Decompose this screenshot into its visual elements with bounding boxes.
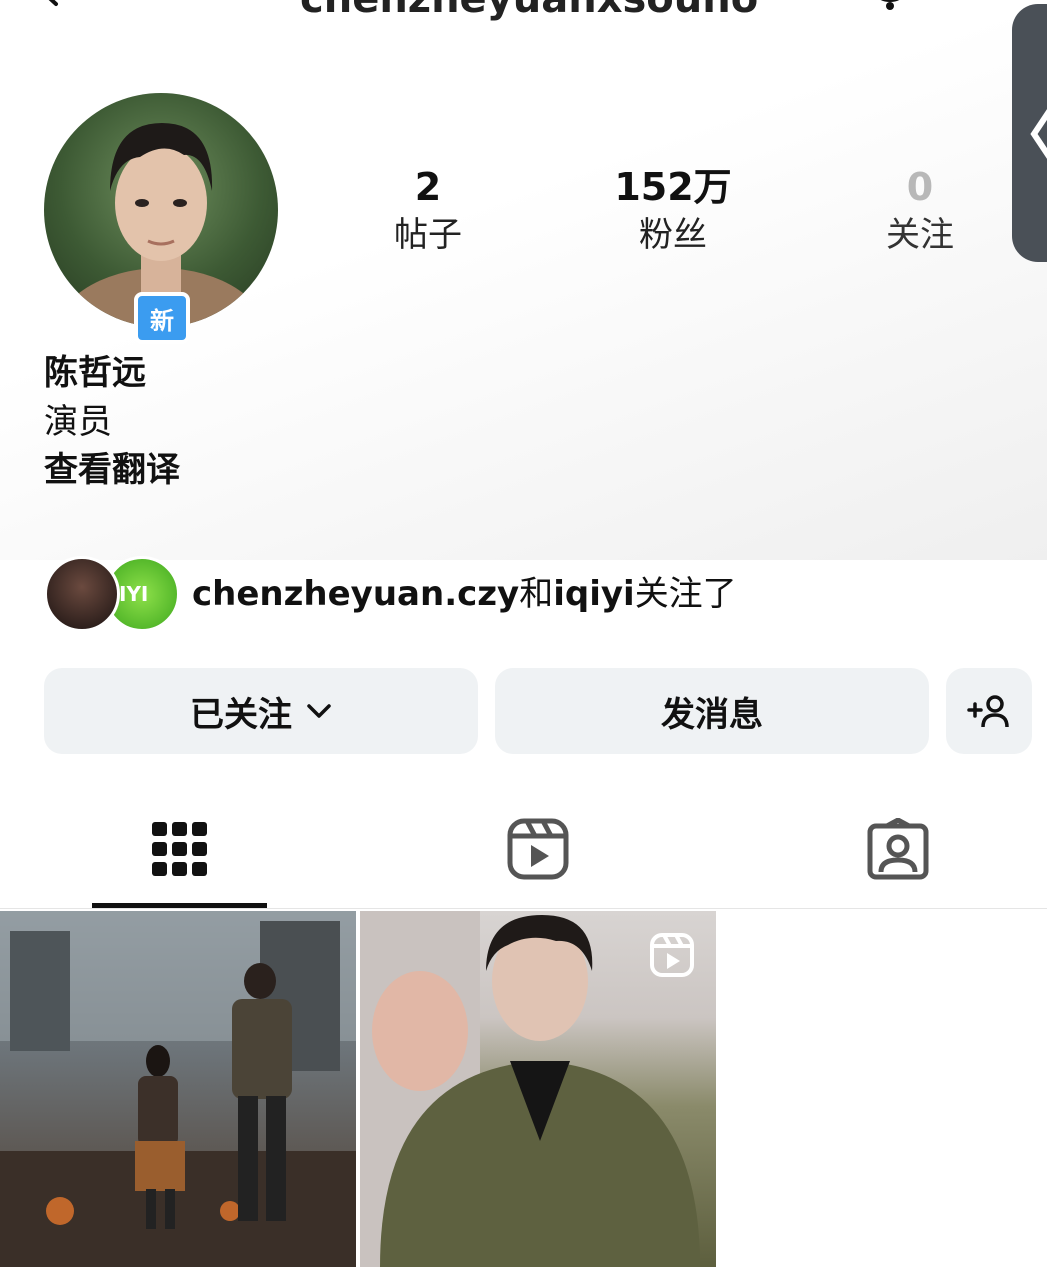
- followers-count: 152万: [614, 165, 732, 209]
- reel-badge-icon: [650, 933, 694, 977]
- followed-by-row[interactable]: IYI chenzheyuan.czy和iqiyi关注了: [44, 556, 944, 636]
- display-name: 陈哲远: [44, 353, 146, 393]
- chevron-down-icon: [307, 704, 331, 718]
- tab-tagged[interactable]: [810, 790, 985, 908]
- stat-following[interactable]: 0 关注: [850, 162, 990, 258]
- floating-side-panel[interactable]: [1012, 4, 1047, 262]
- suggested-users-button[interactable]: [946, 668, 1032, 754]
- posts-count: 2: [414, 165, 442, 209]
- followed-by-text: chenzheyuan.czy和iqiyi关注了: [192, 572, 737, 616]
- reels-icon: [507, 818, 568, 880]
- bio-text: 演员: [44, 402, 112, 442]
- follower-user1: chenzheyuan.czy: [192, 574, 520, 614]
- username-heading: chenzheyuanxsouno: [300, 0, 758, 22]
- profile-tabs: [0, 790, 1047, 909]
- top-bar: chenzheyuanxsouno: [0, 0, 1047, 22]
- followers-label: 粉丝: [639, 215, 707, 255]
- post-image-war-scene: [0, 911, 356, 1267]
- iqiyi-logo-text: IYI: [119, 582, 149, 606]
- add-user-icon: [967, 695, 1009, 728]
- followed-conjunction: 和: [519, 574, 554, 614]
- tagged-icon: [867, 818, 928, 880]
- follower-avatar-chenzheyuan: [44, 556, 120, 632]
- following-label: 关注: [886, 215, 954, 255]
- bell-icon[interactable]: [872, 0, 908, 12]
- active-tab-indicator: [92, 903, 267, 908]
- chevron-left-icon: [1030, 109, 1047, 159]
- tab-reels[interactable]: [450, 790, 625, 908]
- post-thumbnail[interactable]: [0, 911, 356, 1267]
- followed-suffix: 关注了: [634, 574, 737, 614]
- follower-user2: iqiyi: [553, 574, 635, 614]
- post-thumbnail-reel[interactable]: [360, 911, 716, 1267]
- following-button[interactable]: 已关注: [44, 668, 478, 754]
- tab-posts-grid[interactable]: [92, 790, 267, 908]
- see-translation-link[interactable]: 查看翻译: [44, 447, 180, 493]
- following-button-label: 已关注: [190, 694, 292, 735]
- grid-icon: [151, 822, 207, 876]
- new-badge: 新: [134, 292, 190, 344]
- following-count: 0: [906, 165, 934, 209]
- message-button-label: 发消息: [661, 694, 763, 735]
- back-arrow-icon[interactable]: [34, 0, 64, 8]
- stat-posts[interactable]: 2 帖子: [358, 162, 498, 258]
- stat-followers[interactable]: 152万 粉丝: [603, 162, 743, 258]
- message-button[interactable]: 发消息: [495, 668, 929, 754]
- posts-label: 帖子: [394, 215, 462, 255]
